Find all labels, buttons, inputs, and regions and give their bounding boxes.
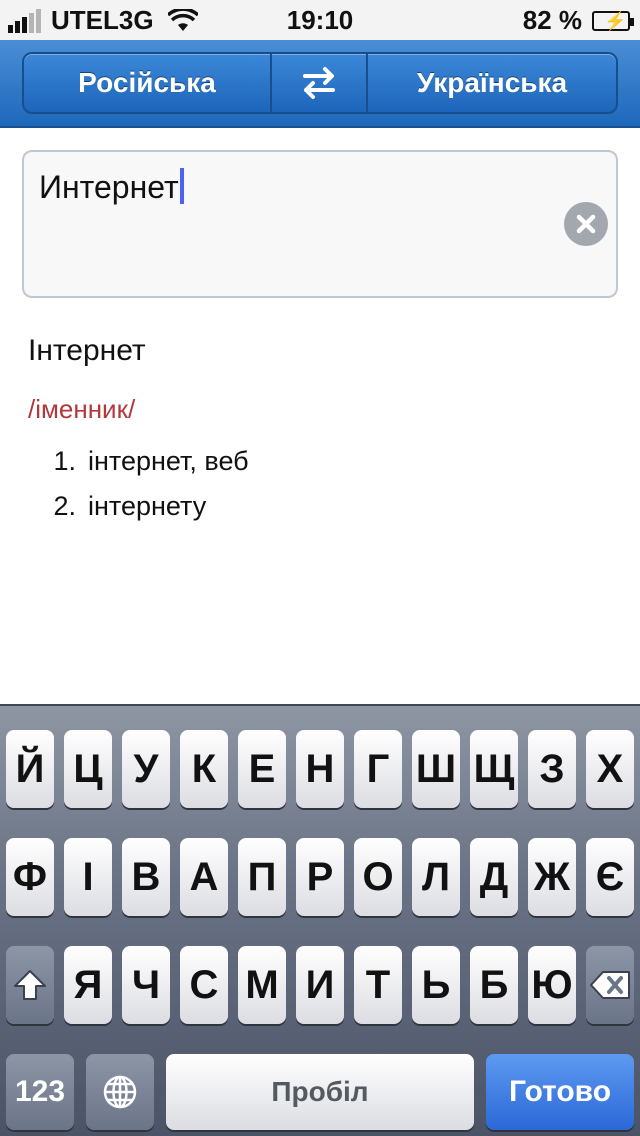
key-letter[interactable]: Б — [470, 946, 518, 1024]
meaning-item: 1. інтернет, веб — [28, 439, 618, 484]
key-letter[interactable]: У — [122, 730, 170, 808]
key-letter[interactable]: Е — [238, 730, 286, 808]
key-letter[interactable]: Ш — [412, 730, 460, 808]
result-word: Інтернет — [28, 334, 146, 367]
key-letter[interactable]: Л — [412, 838, 460, 916]
language-segmented-control: Російська Українська — [22, 52, 618, 114]
key-letter[interactable]: И — [296, 946, 344, 1024]
key-letter[interactable]: Й — [6, 730, 54, 808]
key-letter[interactable]: Є — [586, 838, 634, 916]
source-language-button[interactable]: Російська — [24, 54, 272, 112]
swap-languages-button[interactable] — [272, 54, 368, 112]
translation-input-field[interactable]: Интернет — [22, 150, 618, 298]
language-header: Російська Українська — [0, 40, 640, 128]
key-letter[interactable]: О — [354, 838, 402, 916]
key-letter[interactable]: Х — [586, 730, 634, 808]
meaning-number: 1. — [53, 446, 76, 476]
swap-arrows-icon — [303, 67, 335, 99]
translation-result: Інтернет /іменник/ 1. інтернет, веб 2. і… — [28, 334, 618, 529]
key-letter[interactable]: І — [64, 838, 112, 916]
text-caret — [179, 168, 184, 204]
target-language-button[interactable]: Українська — [368, 54, 616, 112]
key-letter[interactable]: К — [180, 730, 228, 808]
part-of-speech: /іменник/ — [28, 394, 136, 424]
shift-icon — [14, 970, 46, 1000]
done-key[interactable]: Готово — [486, 1054, 634, 1130]
key-letter[interactable]: Ц — [64, 730, 112, 808]
backspace-key[interactable] — [586, 946, 634, 1024]
meaning-number: 2. — [53, 491, 76, 521]
globe-icon — [103, 1075, 137, 1109]
meaning-text: інтернету — [88, 491, 207, 521]
key-letter[interactable]: Ю — [528, 946, 576, 1024]
key-letter[interactable]: М — [238, 946, 286, 1024]
clear-icon — [576, 214, 596, 234]
clear-input-button[interactable] — [564, 202, 608, 246]
status-right: 82 % ⚡ — [522, 5, 634, 36]
key-letter[interactable]: Т — [354, 946, 402, 1024]
key-letter[interactable]: Я — [64, 946, 112, 1024]
battery-icon: ⚡ — [592, 10, 634, 31]
numbers-key[interactable]: 123 — [6, 1054, 74, 1130]
key-letter[interactable]: А — [180, 838, 228, 916]
meanings-list: 1. інтернет, веб 2. інтернету — [28, 439, 618, 529]
backspace-icon — [590, 971, 630, 999]
key-letter[interactable]: Ж — [528, 838, 576, 916]
battery-percentage: 82 % — [522, 5, 582, 35]
shift-key[interactable] — [6, 946, 54, 1024]
key-letter[interactable]: Щ — [470, 730, 518, 808]
key-letter[interactable]: Г — [354, 730, 402, 808]
input-text: Интернет — [39, 169, 179, 205]
status-bar: UTEL3G 19:10 82 % ⚡ — [0, 0, 640, 40]
key-letter[interactable]: Ф — [6, 838, 54, 916]
input-text-wrapper: Интернет — [39, 168, 184, 206]
key-letter[interactable]: Д — [470, 838, 518, 916]
meaning-item: 2. інтернету — [28, 484, 618, 529]
key-letter[interactable]: Н — [296, 730, 344, 808]
key-letter[interactable]: Ь — [412, 946, 460, 1024]
on-screen-keyboard: Й Ц У К Е Н Г Ш Щ З Х Ф І В А П Р О Л Д … — [0, 704, 640, 1136]
key-letter[interactable]: З — [528, 730, 576, 808]
key-letter[interactable]: В — [122, 838, 170, 916]
key-letter[interactable]: П — [238, 838, 286, 916]
space-key[interactable]: Пробіл — [166, 1054, 474, 1130]
key-letter[interactable]: С — [180, 946, 228, 1024]
key-letter[interactable]: Р — [296, 838, 344, 916]
meaning-text: інтернет, веб — [88, 446, 249, 476]
key-letter[interactable]: Ч — [122, 946, 170, 1024]
globe-key[interactable] — [86, 1054, 154, 1130]
